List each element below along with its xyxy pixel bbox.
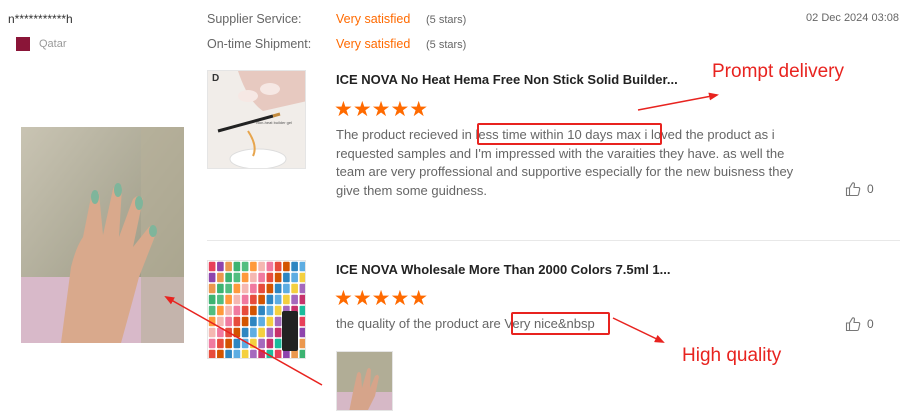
annotation-prompt-delivery: Prompt delivery	[712, 61, 844, 82]
arrow-to-prompt-delivery	[637, 92, 719, 111]
arrow-to-reviewer-photo	[164, 296, 323, 386]
arrow-to-high-quality	[612, 317, 665, 343]
annotation-high-quality: High quality	[682, 345, 782, 366]
